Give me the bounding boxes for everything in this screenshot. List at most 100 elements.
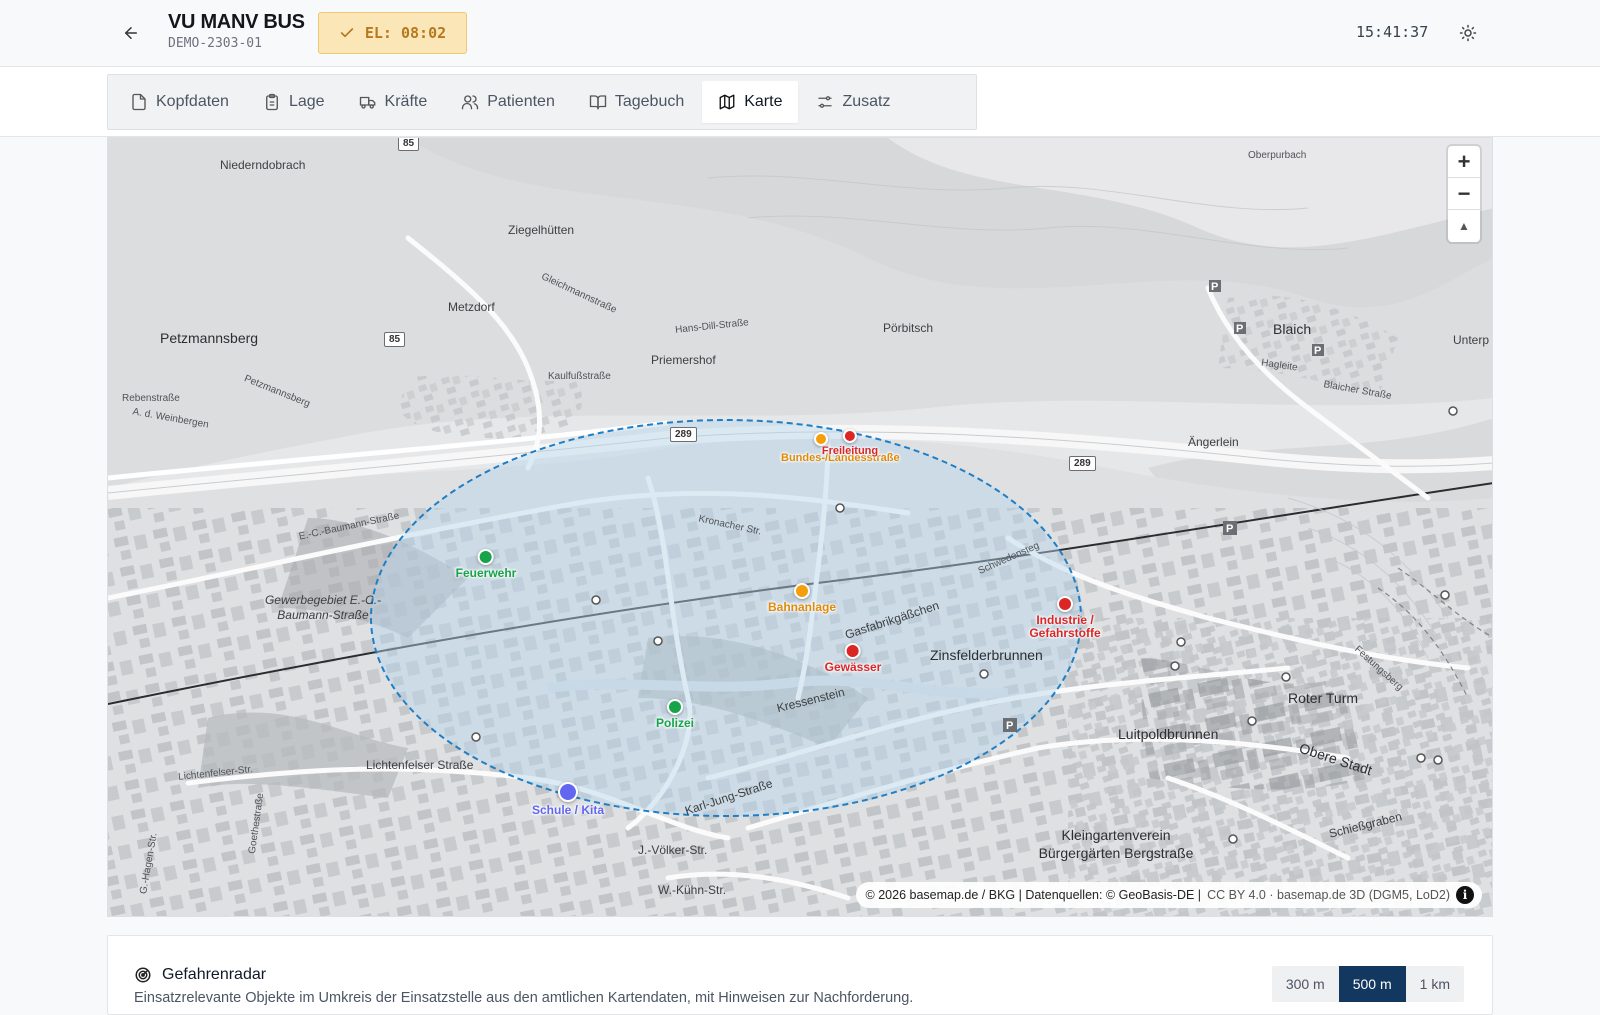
map-icon	[719, 94, 735, 110]
incident-id: DEMO-2303-01	[168, 36, 262, 51]
marker-label: Gewässer	[824, 660, 882, 674]
map-label-angerlein: Ängerlein	[1188, 435, 1239, 449]
tab-label: Kopfdaten	[156, 93, 229, 110]
marker-dot	[666, 699, 683, 715]
marker-label: Freileitung	[821, 445, 879, 457]
map-label-unterp: Unterp	[1453, 333, 1490, 347]
map-label-roter-turm: Roter Turm	[1288, 690, 1359, 706]
back-button[interactable]	[118, 20, 144, 46]
info-icon[interactable]: i	[1456, 886, 1474, 904]
marker-schule-kita[interactable]: Schule / Kita	[532, 782, 604, 817]
road-shield-b85: 85	[398, 138, 420, 151]
map-view[interactable]: P P P P P Niederndobrach Ziegelhütten Me…	[107, 137, 1493, 917]
el-time-badge[interactable]: EL: 08:02	[318, 12, 467, 54]
marker-label: Feuerwehr	[455, 566, 517, 580]
map-zoom-controls: + − ▲	[1448, 146, 1480, 242]
clock: 15:41:37	[1356, 23, 1429, 41]
book-open-icon	[589, 95, 607, 110]
map-label-kaulfuss: Kaulfußstraße	[548, 371, 611, 382]
marker-feuerwehr[interactable]: Feuerwehr	[455, 549, 517, 580]
tab-label: Patienten	[487, 93, 555, 110]
theme-toggle-button[interactable]	[1456, 21, 1480, 45]
radar-icon	[135, 967, 151, 983]
top-bar: VU MANV BUS DEMO-2303-01 EL: 08:02 15:41…	[0, 0, 1600, 67]
arrow-left-icon	[125, 27, 137, 39]
zoom-in-button[interactable]: +	[1448, 146, 1480, 178]
tab-tagebuch[interactable]: Tagebuch	[573, 81, 700, 123]
map-label-w-kuehn: W.-Kühn-Str.	[658, 883, 727, 897]
sun-icon	[1459, 24, 1477, 42]
panel-description: Einsatzrelevante Objekte im Umkreis der …	[134, 990, 914, 1006]
map-label-blaich: Blaich	[1273, 321, 1312, 337]
marker-label: Bahnanlage	[767, 600, 837, 614]
sliders-icon	[818, 96, 833, 108]
tab-label: Lage	[288, 93, 325, 110]
zoom-out-button[interactable]: −	[1448, 178, 1480, 210]
map-label-zinsfelderbrunnen: Zinsfelderbrunnen	[930, 647, 1043, 663]
marker-polizei[interactable]: Polizei	[656, 699, 694, 730]
incident-title-block: VU MANV BUS DEMO-2303-01	[168, 10, 305, 51]
svg-text:P: P	[1236, 323, 1243, 335]
el-time-label: EL: 08:02	[364, 24, 447, 42]
tab-kopfdaten[interactable]: Kopfdaten	[114, 81, 245, 123]
tab-list: Kopfdaten Lage Kräfte Patienten Tagebuch…	[107, 74, 977, 130]
check-icon	[340, 28, 354, 38]
road-shield-b289: 289	[670, 427, 697, 442]
marker-label: Industrie / Gefahrstoffe	[1029, 613, 1101, 640]
marker-label: Schule / Kita	[531, 803, 605, 817]
tab-karte[interactable]: Karte	[702, 81, 799, 123]
road-shield-b85: 85	[384, 332, 406, 347]
tab-label: Karte	[744, 93, 783, 110]
marker-dot	[478, 549, 494, 565]
hazard-radius-area	[370, 419, 1082, 817]
map-label-lichtenfelser-strasse: Lichtenfelser Straße	[366, 758, 474, 772]
map-label-kleingarten: Kleingartenverein Bürgergärten Bergstraß…	[1038, 827, 1194, 861]
marker-dot	[845, 643, 861, 659]
hazard-radar-panel: Gefahrenradar Einsatzrelevante Objekte i…	[107, 935, 1493, 1015]
users-icon	[462, 95, 479, 110]
range-selector: 300 m 500 m 1 km	[1271, 966, 1464, 1002]
truck-icon	[359, 96, 375, 109]
tab-patienten[interactable]: Patienten	[445, 81, 571, 123]
marker-dot	[1057, 596, 1073, 612]
svg-text:P: P	[1211, 281, 1218, 293]
svg-text:P: P	[1006, 720, 1013, 732]
incident-title: VU MANV BUS	[168, 11, 305, 33]
map-label-j-voelker: J.-Völker-Str.	[638, 843, 708, 857]
file-icon	[132, 93, 146, 111]
range-option-500m[interactable]: 500 m	[1338, 966, 1406, 1002]
attribution-text: © 2026 basemap.de / BKG | Datenquellen: …	[865, 888, 1202, 902]
marker-bahnanlage[interactable]: Bahnanlage	[768, 583, 836, 614]
marker-dot	[558, 782, 578, 802]
marker-gewaesser[interactable]: Gewässer	[824, 643, 882, 674]
map-label-rebenstr: Rebenstraße	[122, 393, 180, 404]
tab-label: Zusatz	[842, 93, 891, 110]
svg-text:P: P	[1314, 345, 1321, 357]
tab-lage[interactable]: Lage	[247, 81, 341, 123]
attribution-license[interactable]: CC BY 4.0 · basemap.de 3D (DGM5, LoD2)	[1207, 888, 1450, 902]
marker-industrie[interactable]: Industrie / Gefahrstoffe	[1020, 596, 1110, 640]
range-option-1km[interactable]: 1 km	[1406, 966, 1464, 1002]
marker-dot	[842, 429, 857, 443]
tab-zusatz[interactable]: Zusatz	[800, 81, 906, 123]
map-label-gewerbegebiet: Gewerbegebiet E.-C.-Baumann-Straße	[264, 593, 382, 622]
map-label-petzmannsberg: Petzmannsberg	[160, 330, 259, 346]
tab-label: Kräfte	[384, 93, 428, 110]
marker-label: Polizei	[655, 716, 695, 730]
tab-kraefte[interactable]: Kräfte	[343, 81, 444, 123]
compass-button[interactable]: ▲	[1448, 210, 1480, 242]
tab-label: Tagebuch	[614, 93, 685, 110]
marker-freileitung[interactable]: Freileitung	[822, 429, 878, 458]
map-label-oberpurbach: Oberpurbach	[1248, 150, 1307, 161]
panel-title-text: Gefahrenradar	[162, 966, 267, 983]
svg-text:P: P	[1226, 523, 1233, 535]
map-label-niederndobrach: Niederndobrach	[220, 158, 306, 172]
map-attribution: © 2026 basemap.de / BKG | Datenquellen: …	[855, 882, 1482, 908]
map-label-poerbitsch: Pörbitsch	[883, 321, 934, 335]
map-label-ziegelhuetten: Ziegelhütten	[508, 223, 575, 237]
range-option-300m[interactable]: 300 m	[1272, 966, 1339, 1002]
panel-title: Gefahrenradar	[134, 966, 266, 984]
marker-dot	[793, 583, 810, 599]
clipboard-icon	[266, 93, 278, 111]
map-label-luitpoldbrunnen: Luitpoldbrunnen	[1118, 726, 1219, 742]
